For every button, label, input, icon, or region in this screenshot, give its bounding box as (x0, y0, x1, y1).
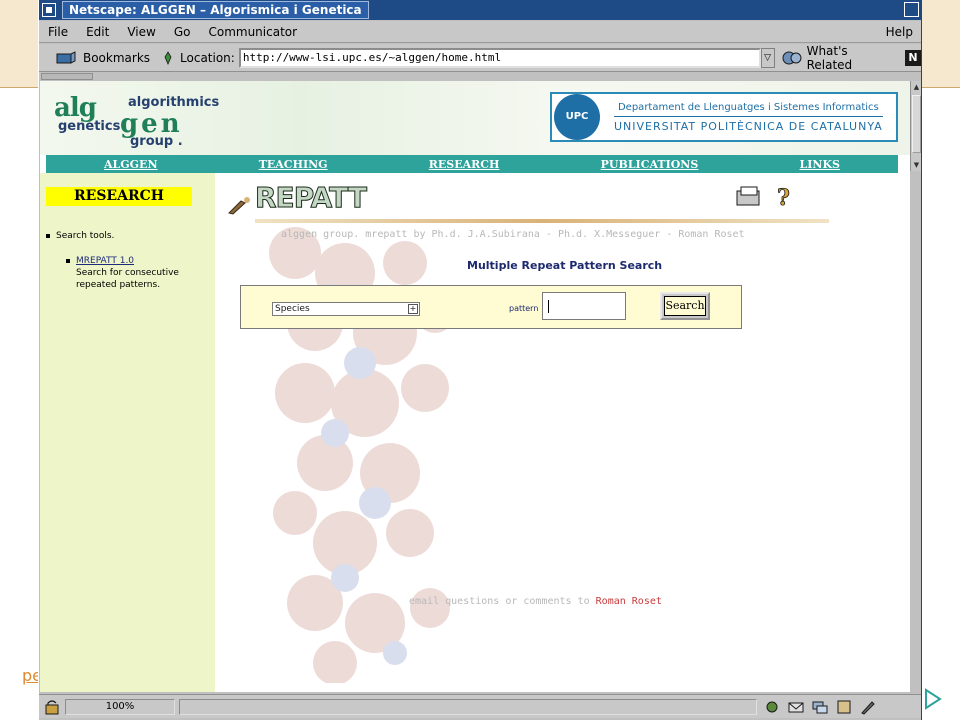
species-select[interactable]: Species + (272, 302, 420, 316)
species-select-value: Species (275, 304, 310, 314)
netscape-logo: N (905, 49, 921, 66)
pattern-input[interactable] (542, 292, 626, 320)
menu-view[interactable]: View (118, 25, 164, 39)
scroll-down-icon[interactable]: ▼ (912, 160, 921, 170)
nav-links[interactable]: LINKS (800, 158, 840, 171)
search-button[interactable]: Search (660, 292, 710, 320)
logo-word-genetics: genetics (58, 119, 121, 134)
vertical-scrollbar[interactable]: ▲ ▼ (910, 81, 921, 171)
bookmarks-button[interactable]: Bookmarks (83, 51, 150, 65)
search-button-label: Search (664, 296, 706, 316)
location-toolbar: Bookmarks Location: http://www-lsi.upc.e… (39, 44, 921, 72)
zoom-level: 100% (65, 698, 175, 715)
nav-publications[interactable]: PUBLICATIONS (601, 158, 699, 171)
species-expand-icon[interactable]: + (408, 304, 418, 314)
nav-teaching[interactable]: TEACHING (259, 158, 328, 171)
help-icon: ? (777, 185, 790, 211)
site-banner: alg gen algorithmics genetics group . UP… (40, 81, 910, 155)
address-book-icon[interactable] (835, 699, 853, 715)
main-content: REPATT ? alggen group. mrepatt by Ph.d. … (215, 173, 910, 692)
logo-word-algorithmics: algorithmics (128, 95, 220, 110)
window-title: Netscape: ALGGEN – Algorismica i Genetic… (62, 1, 369, 19)
menu-go[interactable]: Go (165, 25, 200, 39)
location-icon[interactable] (162, 50, 174, 65)
pattern-label: pattern (509, 304, 539, 313)
mrepatt-description: Search for consecutive repeated patterns… (76, 268, 179, 290)
sidebar: RESEARCH Search tools. MREPATT 1.0 Searc… (40, 173, 215, 692)
composer-icon[interactable] (859, 699, 877, 715)
sidebar-subitem-mrepatt: MREPATT 1.0 Search for consecutive repea… (66, 255, 186, 291)
url-dropdown-icon[interactable]: ▽ (760, 47, 775, 68)
page-viewport: alg gen algorithmics genetics group . UP… (40, 81, 910, 692)
scroll-thumb[interactable] (912, 95, 921, 153)
page-title: REPATT (255, 181, 368, 215)
nav-research[interactable]: RESEARCH (429, 158, 500, 171)
upc-department: Departament de Llenguatges i Sistemes In… (617, 101, 879, 113)
search-form: Species + pattern Search (240, 285, 742, 329)
alggen-logo[interactable]: alg gen algorithmics genetics group . (54, 93, 234, 151)
window-menu-icon[interactable] (42, 3, 56, 17)
title-bar[interactable]: Netscape: ALGGEN – Algorismica i Genetic… (39, 0, 921, 20)
bookmarks-icon[interactable] (55, 50, 77, 66)
toolbar-grip[interactable] (41, 73, 93, 80)
search-subtitle: Multiple Repeat Pattern Search (467, 259, 663, 272)
location-label: Location: (180, 50, 235, 65)
whats-related-icon[interactable] (781, 49, 803, 67)
status-bar: 100% (39, 694, 921, 718)
mrepatt-link[interactable]: MREPATT 1.0 (76, 256, 134, 266)
status-message (179, 698, 757, 715)
scroll-up-icon[interactable]: ▲ (912, 82, 921, 92)
pen-icon (228, 197, 250, 215)
menu-help[interactable]: Help (877, 25, 921, 39)
credits-text: alggen group. mrepatt by Ph.d. J.A.Subir… (281, 229, 745, 240)
browser-window: Netscape: ALGGEN – Algorismica i Genetic… (38, 0, 922, 720)
help-tools: ? (736, 185, 790, 211)
upc-university: UNIVERSITAT POLITÈCNICA DE CATALUNYA (614, 119, 883, 133)
maximize-icon[interactable] (904, 2, 919, 17)
logo-word-group: group . (130, 134, 183, 149)
whats-related-button[interactable]: What's Related (807, 44, 897, 72)
url-field[interactable]: http://www-lsi.upc.es/~alggen/home.html (238, 47, 761, 68)
footer-text: email questions or comments to (409, 596, 590, 607)
next-slide-icon[interactable] (922, 688, 944, 710)
menu-file[interactable]: File (39, 25, 77, 39)
sidebar-item-search-tools: Search tools. (46, 231, 114, 241)
security-lock-icon[interactable] (43, 699, 61, 715)
upc-logo[interactable]: UPC Departament de Llenguatges i Sisteme… (550, 92, 898, 142)
title-divider (255, 219, 829, 223)
contact-footer: email questions or comments to Roman Ros… (409, 596, 662, 607)
discussions-icon[interactable] (811, 699, 829, 715)
dna-background-image (269, 227, 455, 683)
menu-communicator[interactable]: Communicator (199, 25, 306, 39)
upc-seal: UPC (554, 94, 600, 140)
nav-alggen[interactable]: ALGGEN (104, 158, 158, 171)
folder-icon (736, 186, 760, 206)
navigator-icon[interactable] (763, 699, 781, 715)
text-cursor-icon (548, 300, 549, 313)
sidebar-title: RESEARCH (46, 187, 192, 206)
menu-bar: File Edit View Go Communicator Help (39, 21, 921, 43)
sidebar-item-label: Search tools. (56, 231, 115, 241)
contact-link[interactable]: Roman Roset (596, 596, 662, 607)
mail-icon[interactable] (787, 699, 805, 715)
bullet-icon (66, 259, 70, 263)
menu-edit[interactable]: Edit (77, 25, 118, 39)
site-nav: ALGGEN TEACHING RESEARCH PUBLICATIONS LI… (46, 155, 898, 173)
bullet-icon (46, 233, 50, 238)
